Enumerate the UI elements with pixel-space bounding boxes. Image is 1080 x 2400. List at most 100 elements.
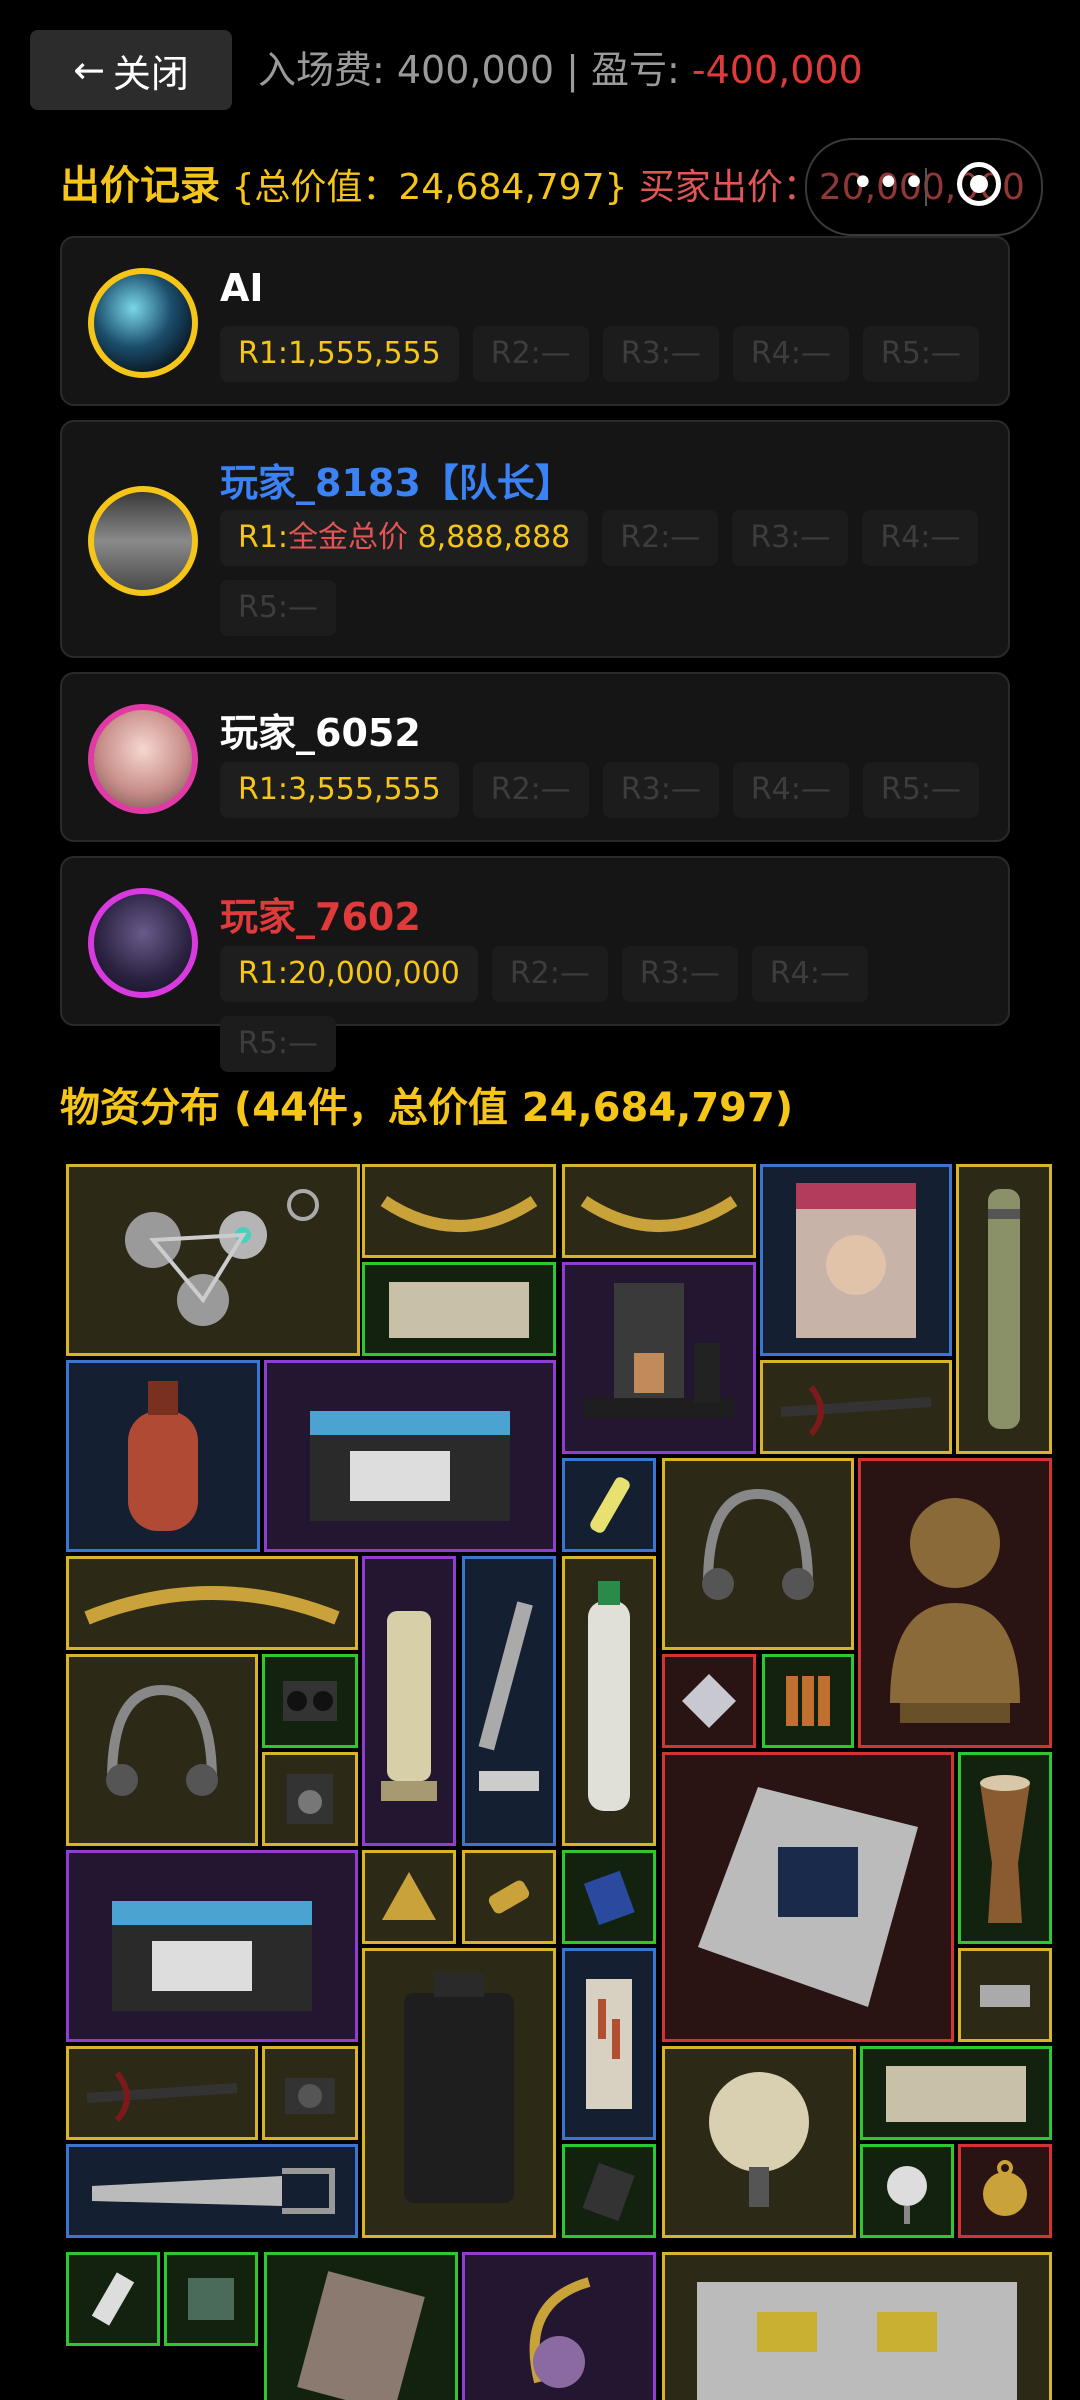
ingot-icon bbox=[382, 1872, 436, 1920]
item-night-vision[interactable] bbox=[262, 1654, 358, 1748]
item-magazine[interactable] bbox=[760, 1164, 952, 1356]
oxygen-tank-icon bbox=[588, 1581, 630, 1811]
item-gold-tiara[interactable] bbox=[66, 1556, 358, 1650]
round-tag: 全金总价 bbox=[288, 520, 409, 555]
pocket-watch-icon bbox=[983, 2160, 1027, 2216]
item-9v-battery[interactable] bbox=[562, 1850, 656, 1944]
item-server-rack[interactable] bbox=[662, 2252, 1052, 2400]
item-moon-lamp[interactable] bbox=[462, 2252, 656, 2400]
crossbow-icon bbox=[780, 1385, 932, 1437]
item-headset[interactable] bbox=[662, 1458, 854, 1650]
player-name: AI bbox=[220, 266, 264, 310]
item-power-station[interactable] bbox=[362, 1948, 556, 2238]
fuse-icon bbox=[488, 1880, 530, 1914]
map-icon bbox=[389, 1282, 529, 1338]
item-grid bbox=[64, 1162, 1054, 2400]
item-battery[interactable] bbox=[264, 1360, 556, 1552]
item-coffee-machine[interactable] bbox=[562, 1262, 756, 1454]
microscope-icon bbox=[478, 1601, 539, 1791]
bust-statue-icon bbox=[890, 1498, 1020, 1723]
round-chip: R1:20,000,000 bbox=[220, 946, 478, 1002]
item-lantern[interactable] bbox=[362, 1556, 456, 1846]
item-pressure-gauge[interactable] bbox=[860, 2144, 954, 2238]
item-radio[interactable] bbox=[262, 1752, 358, 1846]
item-saw[interactable] bbox=[66, 2144, 358, 2238]
round-chip-r1: R1:全金总价 8,888,888 bbox=[220, 510, 589, 566]
round-bids: R1:全金总价 8,888,888 R2:— R3:— R4:— R5:— bbox=[220, 510, 980, 636]
item-headset[interactable] bbox=[66, 1654, 258, 1846]
entry-fee-text: 入场费: 400,000 | 盈亏: -400,000 bbox=[258, 30, 863, 110]
9v-battery-icon bbox=[583, 1870, 635, 1926]
profit-value: -400,000 bbox=[691, 48, 863, 92]
bidder-card-7602: 玩家_7602 R1:20,000,000 R2:— R3:— R4:— R5:… bbox=[60, 856, 1010, 1072]
item-tube-case[interactable] bbox=[956, 1164, 1052, 1454]
item-ammo-box[interactable] bbox=[562, 1948, 656, 2140]
server-icon bbox=[698, 1787, 918, 2007]
item-crossbow[interactable] bbox=[760, 1360, 952, 1454]
avatar bbox=[88, 486, 198, 596]
item-crossbow[interactable] bbox=[66, 2046, 258, 2140]
laurel-crown-icon bbox=[580, 1195, 738, 1232]
total-value: {总价值：24,684,797} bbox=[231, 167, 628, 208]
flash-drive-icon bbox=[91, 2272, 135, 2326]
item-amulet-necklace[interactable] bbox=[66, 1164, 360, 1356]
magazine-icon bbox=[796, 1183, 916, 1338]
round-chip: R4:— bbox=[732, 762, 849, 818]
item-glowstick[interactable] bbox=[562, 1458, 656, 1552]
item-camera[interactable] bbox=[262, 2046, 358, 2140]
drum-icon bbox=[980, 1775, 1030, 1923]
more-dots-icon[interactable]: ••• bbox=[851, 160, 928, 206]
battery-icon bbox=[112, 1901, 312, 2011]
item-djembe-drum[interactable] bbox=[958, 1752, 1052, 1944]
tube-case-icon bbox=[988, 1189, 1020, 1429]
item-mechanical-part[interactable] bbox=[958, 1948, 1052, 2042]
avatar bbox=[88, 704, 198, 814]
lantern-icon bbox=[381, 1611, 437, 1801]
item-laurel-crown[interactable] bbox=[562, 1164, 756, 1258]
back-arrow-icon: ← bbox=[73, 48, 105, 92]
round-prefix: R1: bbox=[238, 520, 289, 555]
item-battery[interactable] bbox=[66, 1850, 358, 2042]
item-phone-battery[interactable] bbox=[562, 2144, 656, 2238]
round-value: 8,888,888 bbox=[408, 520, 571, 555]
close-label: 关闭 bbox=[112, 51, 189, 96]
gas-cylinder-icon bbox=[128, 1381, 198, 1531]
item-flash-drive[interactable] bbox=[66, 2252, 160, 2346]
item-server-board[interactable] bbox=[662, 1752, 954, 2042]
crossbow-icon bbox=[86, 2071, 238, 2123]
item-old-map[interactable] bbox=[860, 2046, 1052, 2140]
item-gold-ingot[interactable] bbox=[362, 1850, 456, 1944]
item-laurel-crown[interactable] bbox=[362, 1164, 556, 1258]
magazine-icon bbox=[297, 2271, 425, 2400]
close-button[interactable]: ← 关闭 bbox=[30, 30, 232, 110]
mini-program-capsule: ••• bbox=[805, 138, 1043, 236]
round-chip: R3:— bbox=[602, 326, 719, 382]
server-rack-icon bbox=[697, 2282, 1017, 2400]
round-bids: R1:1,555,555 R2:— R3:— R4:— R5:— bbox=[220, 326, 980, 382]
round-chip: R3:— bbox=[732, 510, 849, 566]
item-oxygen-tank[interactable] bbox=[562, 1556, 656, 1846]
item-old-map[interactable] bbox=[362, 1262, 556, 1356]
round-chip: R4:— bbox=[862, 510, 979, 566]
item-batteries-pack[interactable] bbox=[762, 1654, 854, 1748]
round-chip: R3:— bbox=[602, 762, 719, 818]
item-circuit-board[interactable] bbox=[164, 2252, 258, 2346]
bidder-card-ai: AI R1:1,555,555 R2:— R3:— R4:— R5:— bbox=[60, 236, 1010, 406]
item-magazine[interactable] bbox=[264, 2252, 458, 2400]
item-fuse[interactable] bbox=[462, 1850, 556, 1944]
map-icon bbox=[886, 2066, 1026, 2122]
item-microscope[interactable] bbox=[462, 1556, 556, 1846]
avatar bbox=[88, 268, 198, 378]
round-bids: R1:20,000,000 R2:— R3:— R4:— R5:— bbox=[220, 946, 980, 1072]
gauge-icon bbox=[887, 2166, 927, 2224]
bidder-card-6052: 玩家_6052 R1:3,555,555 R2:— R3:— R4:— R5:— bbox=[60, 672, 1010, 842]
item-bust-statue[interactable] bbox=[858, 1458, 1052, 1748]
item-pocket-watch[interactable] bbox=[958, 2144, 1052, 2238]
item-gas-cylinder[interactable] bbox=[66, 1360, 260, 1552]
round-chip: R4:— bbox=[751, 946, 868, 1002]
mechanical-part-icon bbox=[980, 1985, 1030, 2007]
target-icon[interactable] bbox=[957, 162, 1001, 206]
bidder-card-8183: 玩家_8183【队长】 R1:全金总价 8,888,888 R2:— R3:— … bbox=[60, 420, 1010, 658]
item-diamond[interactable] bbox=[662, 1654, 756, 1748]
item-satellite-dish[interactable] bbox=[662, 2046, 856, 2238]
